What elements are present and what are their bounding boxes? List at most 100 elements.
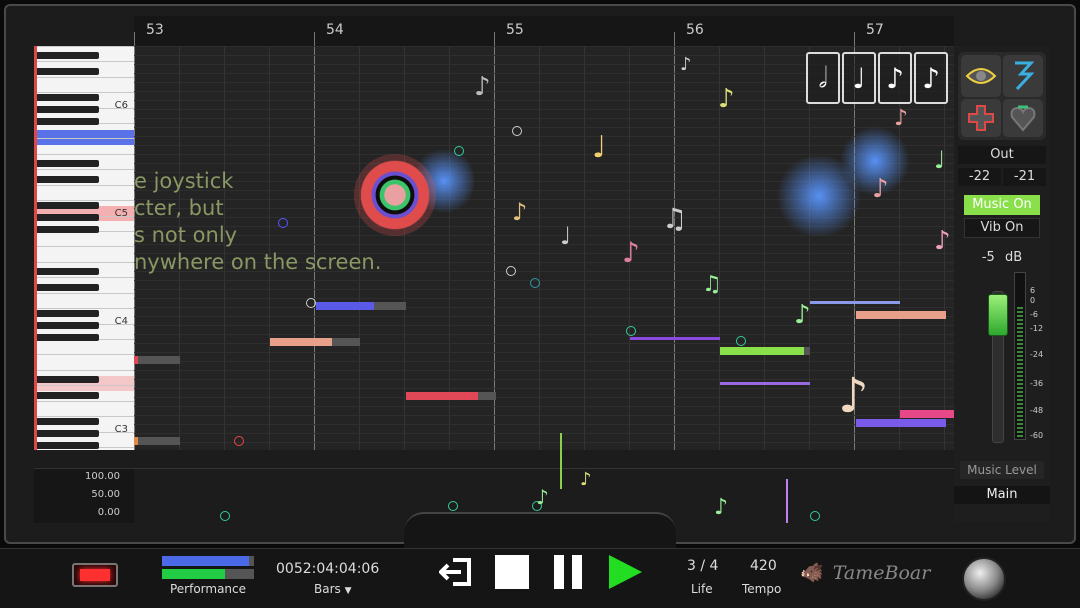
bar-ruler[interactable]: 53 54 55 56 57 xyxy=(134,16,954,46)
white-key[interactable] xyxy=(37,246,134,248)
floating-note-icon: ♩ xyxy=(934,146,946,174)
level-meter xyxy=(1014,272,1026,440)
note-bar[interactable] xyxy=(270,338,360,346)
heart-icon[interactable] xyxy=(1003,99,1043,137)
black-key[interactable] xyxy=(37,94,99,101)
white-key[interactable] xyxy=(37,370,134,371)
white-key[interactable] xyxy=(37,354,134,356)
bar-label-55: 55 xyxy=(506,22,524,38)
stop-button[interactable] xyxy=(494,555,530,589)
black-key[interactable] xyxy=(37,418,99,425)
black-key[interactable] xyxy=(37,430,99,437)
floating-note-icon: ♪ xyxy=(872,174,889,204)
note-bar[interactable] xyxy=(134,356,180,364)
black-key[interactable] xyxy=(37,68,99,75)
note-bar[interactable] xyxy=(720,382,810,385)
note-bar[interactable] xyxy=(810,301,900,304)
black-key[interactable] xyxy=(37,202,99,209)
tempo-value: 420 xyxy=(750,558,777,574)
black-key[interactable] xyxy=(37,284,99,291)
time-unit-dropdown[interactable]: Bars ▼ xyxy=(314,582,352,596)
meter-scale-label: -36 xyxy=(1030,379,1044,388)
note-bar[interactable] xyxy=(856,311,946,319)
white-key[interactable] xyxy=(37,138,134,140)
tutorial-hint-text: e joystick cter, but s not only nywhere … xyxy=(134,168,381,276)
volume-fader-handle[interactable] xyxy=(988,294,1008,336)
black-key[interactable] xyxy=(37,310,99,317)
output-levels: -22 -21 xyxy=(958,168,1046,186)
black-key[interactable] xyxy=(37,106,99,113)
stop-icon xyxy=(495,555,529,589)
plus-icon[interactable] xyxy=(961,99,1001,137)
note-bar[interactable] xyxy=(900,410,954,418)
note-ring xyxy=(454,146,464,156)
white-key[interactable] xyxy=(37,262,134,263)
black-key[interactable] xyxy=(37,226,99,233)
piano-keyboard[interactable]: C6 C5 C4 C3 xyxy=(34,46,134,450)
grid-row-line xyxy=(134,289,954,290)
black-key[interactable] xyxy=(37,176,99,183)
output-left-value: -22 xyxy=(958,168,1001,186)
meter-scale-label: -12 xyxy=(1030,324,1044,333)
white-key[interactable] xyxy=(37,61,134,63)
black-key[interactable] xyxy=(37,376,99,383)
meter-scale-label: -24 xyxy=(1030,350,1044,359)
three-icon[interactable] xyxy=(1003,55,1043,97)
note-ring xyxy=(512,126,522,136)
floating-note-icon: ♪ xyxy=(512,198,528,226)
grid-beat-line xyxy=(539,46,540,450)
chevron-down-icon: ▼ xyxy=(344,586,352,596)
exit-button[interactable] xyxy=(438,555,474,589)
meter-scale-label: -6 xyxy=(1030,310,1038,319)
black-key[interactable] xyxy=(37,392,99,399)
note-bar[interactable] xyxy=(856,419,946,427)
joystick-cursor[interactable] xyxy=(354,154,436,236)
sixteenth-note-button[interactable]: ♪ xyxy=(914,52,948,104)
note-bar[interactable] xyxy=(406,392,496,400)
white-key[interactable] xyxy=(37,385,134,387)
octave-label-c3: C3 xyxy=(114,424,128,435)
white-key[interactable] xyxy=(37,292,134,294)
note-bar[interactable] xyxy=(720,347,810,355)
white-key[interactable] xyxy=(37,154,134,155)
master-volume-knob[interactable] xyxy=(962,557,1006,601)
record-indicator[interactable] xyxy=(72,563,118,587)
piano-roll-grid[interactable]: e joystick cter, but s not only nywhere … xyxy=(134,46,954,450)
note-bar[interactable] xyxy=(134,437,180,445)
black-key[interactable] xyxy=(37,442,99,449)
note-ring xyxy=(278,218,288,228)
grid-row-line xyxy=(134,154,954,155)
hint-line-1: e joystick xyxy=(134,169,234,193)
floating-note-icon: ♫ xyxy=(662,202,688,235)
half-note-button[interactable]: 𝅗𝅥 xyxy=(806,52,840,104)
black-key[interactable] xyxy=(37,268,99,275)
floating-note-icon: ♩ xyxy=(592,130,607,165)
time-position: 0052:04:04:06 xyxy=(276,561,380,577)
black-key[interactable] xyxy=(37,52,99,59)
white-key[interactable] xyxy=(37,76,134,78)
eighth-note-button[interactable]: ♪ xyxy=(878,52,912,104)
black-key[interactable] xyxy=(37,214,99,221)
grid-row-line xyxy=(134,442,954,443)
vibration-on-toggle[interactable]: Vib On xyxy=(964,218,1040,238)
black-key[interactable] xyxy=(37,118,99,125)
white-key[interactable] xyxy=(37,46,134,47)
octave-label-c4: C4 xyxy=(114,316,128,327)
white-key[interactable] xyxy=(37,277,134,279)
white-key[interactable] xyxy=(37,169,134,171)
eye-icon[interactable] xyxy=(961,55,1001,97)
note-bar[interactable] xyxy=(630,337,720,340)
white-key[interactable] xyxy=(37,184,134,186)
play-button[interactable] xyxy=(606,555,644,589)
black-key[interactable] xyxy=(37,160,99,167)
floating-note-icon: ♫ xyxy=(702,272,722,297)
pause-button[interactable] xyxy=(550,555,586,589)
black-key[interactable] xyxy=(37,334,99,341)
black-key[interactable] xyxy=(37,322,99,329)
quarter-note-button[interactable]: ♩ xyxy=(842,52,876,104)
note-bar[interactable] xyxy=(316,302,406,310)
music-on-toggle[interactable]: Music On xyxy=(964,195,1040,215)
white-key[interactable] xyxy=(37,400,134,402)
grid-row-line xyxy=(134,325,954,326)
velocity-scale-label: 100.00 xyxy=(85,471,120,482)
